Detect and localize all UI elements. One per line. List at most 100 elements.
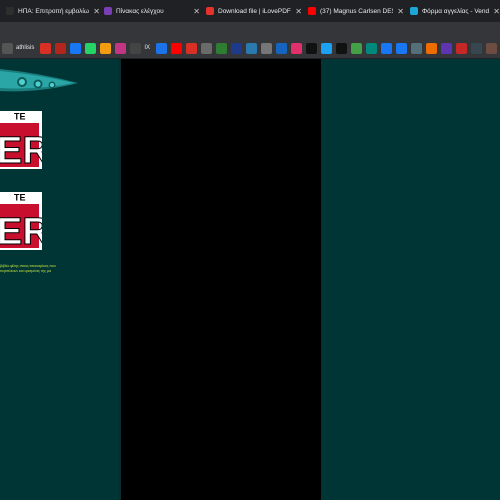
black-column — [121, 59, 321, 500]
bookmarks-bar: athlisis IX — [0, 38, 500, 59]
bookmark-item[interactable] — [304, 42, 319, 54]
bookmark-item[interactable] — [68, 42, 83, 54]
flag-icon — [186, 42, 198, 54]
logo-big-text: ER — [0, 211, 42, 252]
tab-title: ΗΠΑ: Επιτροπή εμβολίων — [18, 7, 90, 15]
bird-icon — [321, 42, 333, 54]
slash-icon — [216, 42, 228, 54]
tab-strip: ΗΠΑ: Επιτροπή εμβολίων ✕ Πίνακας ελέγχου ✕ D… — [0, 0, 500, 23]
facebook-icon — [381, 42, 393, 54]
bold-b-icon — [231, 42, 243, 54]
bookmark-item[interactable] — [184, 42, 199, 54]
browser-tab[interactable]: Φόρμα αγγελίας - Vendo ✕ — [410, 0, 500, 22]
bookmark-item[interactable] — [38, 42, 53, 54]
bookmark-item[interactable] — [113, 42, 128, 54]
youtube-icon — [171, 42, 183, 54]
bookmark-item[interactable] — [379, 42, 394, 54]
bookmark-item[interactable] — [53, 42, 68, 54]
grid-icon — [246, 42, 258, 54]
instagram-icon — [115, 42, 127, 54]
facebook-icon — [396, 42, 408, 54]
bookmark-item[interactable] — [199, 42, 214, 54]
greek-text-line: περιπλέουν και ορισμένες της μα — [0, 269, 51, 273]
tiktok-icon — [306, 42, 318, 54]
whatsapp-icon — [85, 42, 97, 54]
bookmark-item[interactable] — [469, 42, 484, 54]
page-content: TE ER TE ER βιβλίο φίλης στους ιανουαρίο… — [0, 59, 500, 500]
grid-icon — [441, 42, 453, 54]
close-tab-icon[interactable]: ✕ — [93, 7, 100, 16]
gmail-icon — [40, 42, 52, 54]
link-icon — [426, 42, 438, 54]
logo-graphic: TE ER — [0, 192, 50, 254]
close-tab-icon[interactable]: ✕ — [295, 7, 302, 16]
athlisis-icon — [2, 42, 13, 54]
bookmark-item[interactable] — [229, 42, 244, 54]
browser-tab[interactable]: ΗΠΑ: Επιτροπή εμβολίων ✕ — [6, 0, 100, 22]
bookmark-item[interactable] — [319, 42, 334, 54]
bookmark-item[interactable] — [349, 42, 364, 54]
bookmark-item[interactable] — [334, 42, 349, 54]
vendo-icon — [410, 7, 418, 15]
close-red-icon — [55, 42, 67, 54]
globe-icon — [6, 7, 14, 15]
red-logo-top[interactable]: TE ER — [0, 111, 50, 173]
bookmark-label: IX — [144, 45, 151, 51]
browser-tab[interactable]: Πίνακας ελέγχου ✕ — [104, 0, 200, 22]
tab-title: (37) Magnus Carlsen DES — [320, 7, 394, 15]
x-icon — [336, 42, 348, 54]
bookmark-item[interactable] — [394, 42, 409, 54]
bookmark-item[interactable] — [244, 42, 259, 54]
photo-icon — [261, 42, 273, 54]
bookmark-item[interactable]: IX — [128, 42, 154, 54]
flying-saucer-graphic — [0, 69, 78, 92]
youtube-icon — [308, 7, 316, 15]
mountain-icon — [351, 42, 363, 54]
ix-icon — [130, 42, 142, 54]
bookmark-item[interactable] — [439, 42, 454, 54]
browser-tab[interactable]: Download file | iLovePDF ✕ — [206, 0, 302, 22]
browser-toolbar — [0, 22, 500, 38]
bookmark-item[interactable] — [409, 42, 424, 54]
dashboard-icon — [104, 7, 112, 15]
browser-tab[interactable]: (37) Magnus Carlsen DES ✕ — [308, 0, 404, 22]
logo-small-text: TE — [14, 193, 26, 203]
tab-title: Φόρμα αγγελίας - Vendo — [422, 7, 490, 15]
close-tab-icon[interactable]: ✕ — [193, 7, 200, 16]
bookmark-item[interactable] — [214, 42, 229, 54]
bookmark-item[interactable] — [484, 42, 499, 54]
red-logo-bottom[interactable]: TE ER — [0, 192, 50, 254]
chart-icon — [276, 42, 288, 54]
mail-icon — [156, 42, 168, 54]
bookmark-item[interactable] — [424, 42, 439, 54]
close-tab-icon[interactable]: ✕ — [493, 7, 500, 16]
bookmark-item[interactable] — [274, 42, 289, 54]
bookmark-item[interactable] — [154, 42, 169, 54]
bookmark-item[interactable] — [289, 42, 304, 54]
close-tab-icon[interactable]: ✕ — [397, 7, 404, 16]
bookmark-item[interactable] — [259, 42, 274, 54]
bookmark-item[interactable] — [98, 42, 113, 54]
logo-small-text: TE — [14, 112, 26, 122]
check-square-icon — [366, 42, 378, 54]
bookmark-item[interactable] — [364, 42, 379, 54]
facebook-icon — [70, 42, 82, 54]
logo-graphic: TE ER — [0, 111, 50, 173]
rss-icon — [100, 42, 112, 54]
camera-icon — [291, 42, 303, 54]
bookmark-item[interactable] — [83, 42, 98, 54]
bookmark-item[interactable] — [454, 42, 469, 54]
logo-big-text: ER — [0, 130, 42, 171]
bookmark-item[interactable]: athlisis — [0, 42, 38, 54]
bookmark-label: athlisis — [16, 45, 35, 51]
image-icon — [411, 42, 423, 54]
tab-title: Download file | iLovePDF — [218, 7, 291, 15]
tag-icon — [456, 42, 468, 54]
bookmark-item[interactable] — [169, 42, 184, 54]
square-icon — [471, 42, 483, 54]
image-icon — [201, 42, 213, 54]
greek-text-line: βιβλίο φίλης στους ιανουαρίους που — [0, 264, 56, 268]
tab-title: Πίνακας ελέγχου — [116, 7, 164, 15]
heart-icon — [206, 7, 214, 15]
box-icon — [486, 42, 498, 54]
